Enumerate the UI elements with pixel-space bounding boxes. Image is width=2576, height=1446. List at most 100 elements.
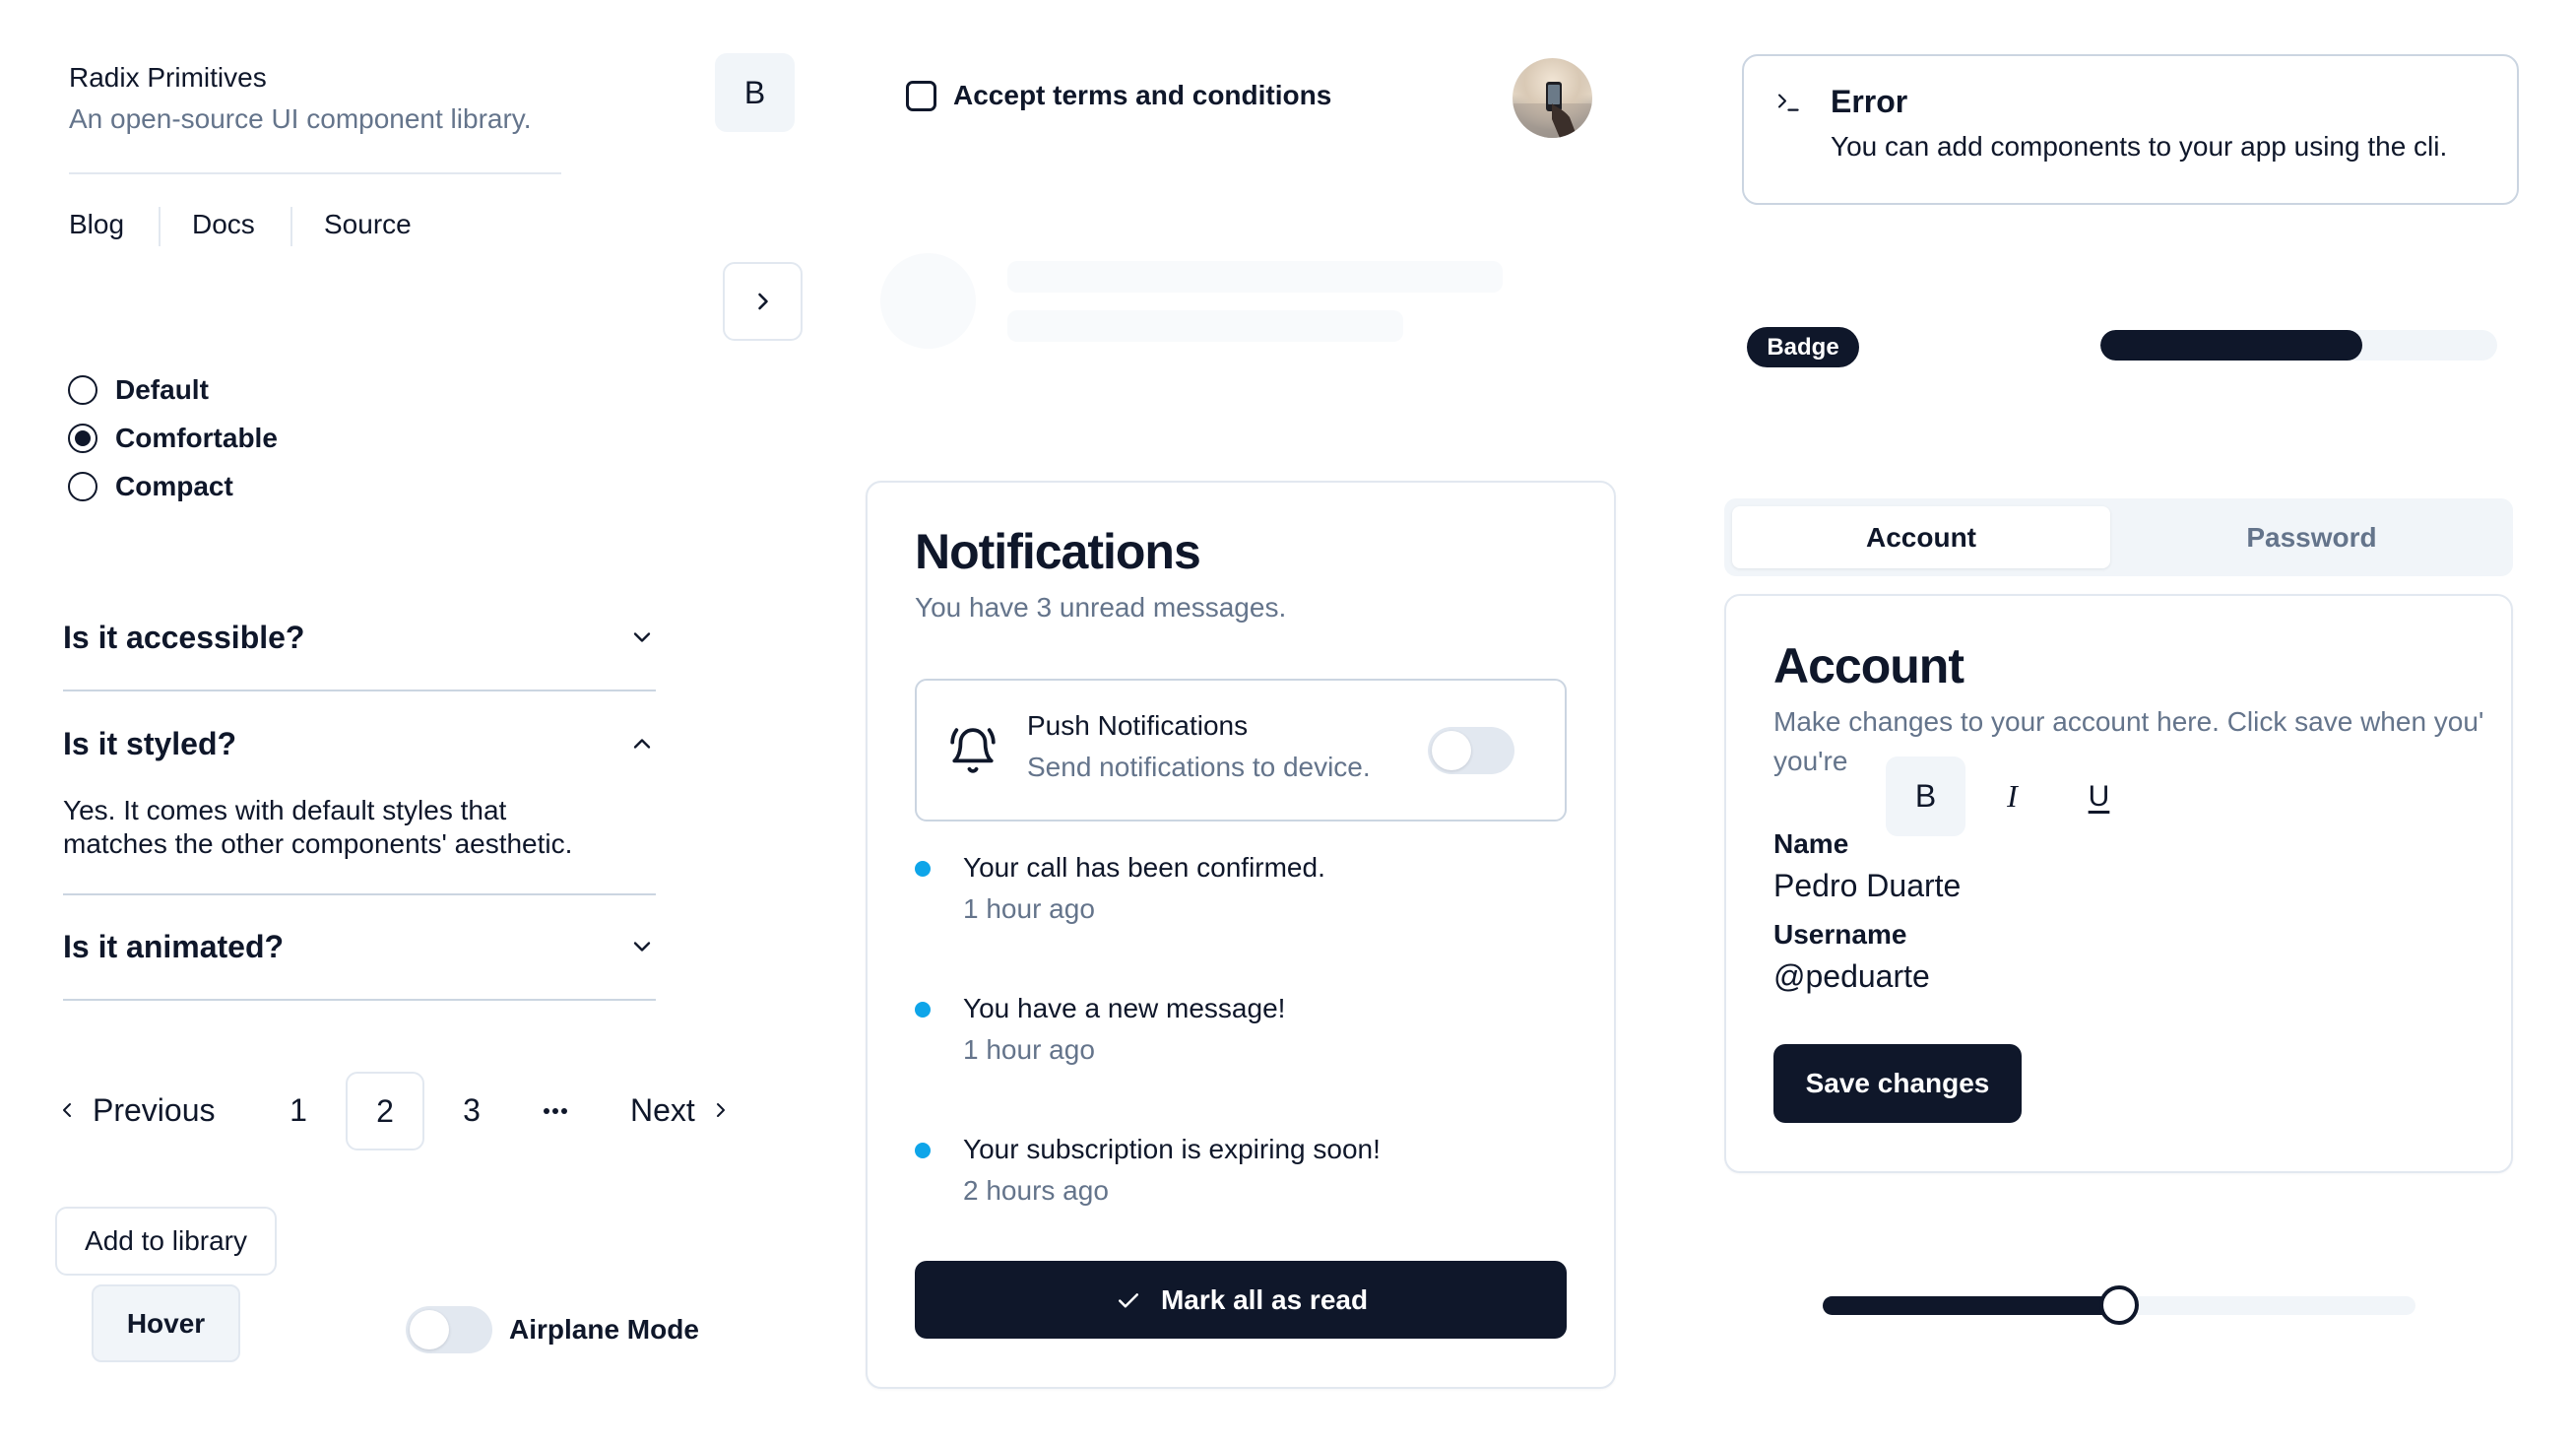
notifications-title: Notifications [915, 524, 1201, 579]
radio-button[interactable] [68, 375, 97, 405]
avatar [1513, 58, 1592, 138]
accordion-divider [63, 999, 656, 1001]
link-docs[interactable]: Docs [192, 205, 255, 244]
switch-thumb [1432, 731, 1471, 770]
radio-label: Comfortable [115, 423, 278, 453]
push-description: Send notifications to device. [1027, 752, 1371, 782]
radio-button-checked[interactable] [68, 424, 97, 453]
notifications-subtitle: You have 3 unread messages. [915, 592, 1287, 623]
push-notifications-switch[interactable] [1428, 727, 1514, 774]
tabs-list: Account Password [1724, 498, 2513, 576]
username-input[interactable]: @peduarte [1773, 954, 1930, 998]
username-label: Username [1773, 919, 1907, 950]
chevron-down-icon [633, 942, 651, 952]
mark-all-read-button[interactable]: Mark all as read [915, 1261, 1567, 1339]
push-notifications-box: Push Notifications Send notifications to… [915, 679, 1567, 822]
format-italic-toggle[interactable]: I [1972, 756, 2052, 836]
accordion-divider [63, 893, 656, 895]
accordion-trigger-animated[interactable]: Is it animated? [63, 922, 656, 971]
notification-time: 1 hour ago [963, 1034, 1095, 1065]
tab-password[interactable]: Password [2118, 506, 2505, 568]
bold-toggle[interactable]: B [715, 53, 795, 132]
alert-title: Error [1831, 84, 1908, 119]
switch-thumb [410, 1310, 449, 1349]
skeleton-line [1007, 310, 1403, 342]
italic-icon: I [2007, 778, 2018, 814]
next-icon-button[interactable] [723, 262, 803, 341]
push-title: Push Notifications [1027, 710, 1249, 741]
underline-icon: U [2088, 779, 2110, 813]
check-icon [1118, 1292, 1138, 1307]
button-label: Mark all as read [1160, 1283, 1369, 1315]
hover-card-subtitle: An open-source UI component library. [69, 103, 532, 134]
more-horizontal-icon [544, 1108, 567, 1114]
chevron-down-icon [633, 632, 651, 642]
notification-title: You have a new message! [963, 993, 1286, 1023]
accordion-trigger-accessible[interactable]: Is it accessible? [63, 613, 656, 662]
pagination-page-label: 2 [376, 1093, 394, 1129]
account-description-line-1: Make changes to your account here. Click… [1773, 702, 2482, 738]
progress-fill [2100, 330, 2362, 361]
pagination-next[interactable]: Next [630, 1088, 733, 1132]
account-description-line-2: you're [1773, 746, 1848, 776]
skeleton-line [1007, 261, 1503, 293]
error-alert: Error You can add components to your app… [1742, 54, 2519, 205]
terms-label: Accept terms and conditions [953, 80, 1332, 110]
chevron-up-icon [633, 739, 651, 749]
account-description: Make changes to your account here. Click… [1773, 706, 2482, 737]
terms-checkbox[interactable] [906, 81, 936, 111]
accordion-answer-line: Yes. It comes with default styles that [63, 795, 507, 825]
name-label: Name [1773, 828, 1849, 859]
bold-icon: B [743, 74, 766, 110]
notification-title: Your subscription is expiring soon! [963, 1134, 1381, 1164]
button-label: Add to library [85, 1225, 247, 1256]
airplane-mode-switch[interactable] [406, 1306, 492, 1353]
account-title: Account [1773, 638, 1964, 693]
airplane-mode-label: Airplane Mode [509, 1314, 699, 1345]
slider-thumb[interactable] [2099, 1285, 2139, 1325]
accordion-question: Is it styled? [63, 726, 237, 761]
bold-icon: B [1914, 778, 1937, 814]
link-source[interactable]: Source [324, 205, 412, 244]
pagination-page-1[interactable]: 1 [289, 1088, 308, 1132]
pagination-page-3[interactable]: 3 [462, 1088, 482, 1132]
chevron-left-icon [63, 1103, 71, 1117]
radio-label: Default [115, 374, 209, 405]
vertical-separator [159, 207, 161, 246]
radio-option-comfortable[interactable]: Comfortable [68, 419, 278, 458]
button-label: Hover [126, 1307, 206, 1339]
pagination-next-label: Next [630, 1092, 695, 1128]
name-input[interactable]: Pedro Duarte [1773, 864, 1961, 907]
alert-description: You can add components to your app using… [1831, 131, 2448, 162]
hover-card-title: Radix Primitives [69, 62, 267, 93]
button-label: Save changes [1805, 1068, 1990, 1098]
accordion-question: Is it accessible? [63, 620, 305, 655]
slider-range [1823, 1296, 2119, 1315]
save-changes-button[interactable]: Save changes [1773, 1044, 2022, 1123]
pagination-ellipsis [542, 1101, 569, 1121]
notification-title: Your call has been confirmed. [963, 852, 1325, 883]
vertical-separator [290, 207, 292, 246]
horizontal-separator [69, 172, 561, 174]
accordion-answer-line: matches the other components' aesthetic. [63, 828, 573, 859]
pagination-previous-label: Previous [93, 1092, 216, 1128]
progress-bar [2100, 330, 2497, 361]
tab-account[interactable]: Account [1732, 506, 2110, 568]
unread-dot [915, 861, 931, 877]
add-to-library-button[interactable]: Add to library [55, 1207, 277, 1276]
hover-button[interactable]: Hover [92, 1284, 240, 1362]
format-bold-toggle[interactable]: B [1886, 756, 1965, 836]
link-blog[interactable]: Blog [69, 205, 124, 244]
avatar-photo [1513, 82, 1592, 138]
accordion-trigger-styled[interactable]: Is it styled? [63, 719, 656, 768]
pagination-previous[interactable]: Previous [55, 1088, 216, 1132]
skeleton-avatar [880, 253, 976, 349]
accordion-question: Is it animated? [63, 929, 285, 964]
unread-dot [915, 1143, 931, 1158]
format-underline-toggle[interactable]: U [2059, 756, 2139, 836]
radio-button[interactable] [68, 472, 97, 501]
radio-option-default[interactable]: Default [68, 370, 209, 410]
radio-option-compact[interactable]: Compact [68, 467, 233, 506]
accordion-content: Yes. It comes with default styles that m… [63, 794, 572, 861]
pagination-page-2-current[interactable]: 2 [346, 1072, 424, 1150]
